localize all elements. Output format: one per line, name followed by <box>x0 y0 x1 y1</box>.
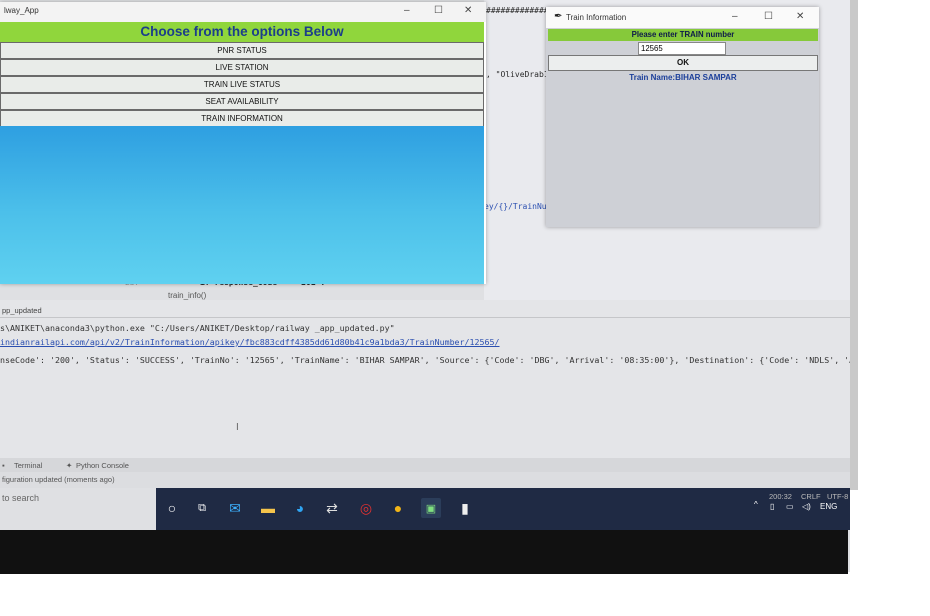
terminal-icon: ▪ <box>2 461 5 470</box>
live-station-button[interactable]: LIVE STATION <box>0 59 484 76</box>
task-view-icon[interactable]: ⧉ <box>192 498 212 518</box>
app-title: lway_App <box>4 6 39 15</box>
taskbar-search[interactable]: to search <box>0 488 156 530</box>
train-live-status-button[interactable]: TRAIN LIVE STATUS <box>0 76 484 93</box>
ok-button[interactable]: OK <box>548 55 818 71</box>
feather-icon: ✒ <box>554 11 563 22</box>
battery-icon[interactable]: ▭ <box>786 502 794 511</box>
close-icon[interactable]: ✕ <box>464 5 472 16</box>
maximize-icon[interactable]: ☐ <box>434 5 443 16</box>
search-placeholder: to search <box>2 493 40 503</box>
opera-icon[interactable]: ◎ <box>356 498 376 518</box>
pnr-status-button[interactable]: PNR STATUS <box>0 42 484 59</box>
code-line: train_info() <box>168 291 207 300</box>
pycharm-icon[interactable]: ▣ <box>421 498 441 518</box>
dialog-titlebar: ✒ Train Information – ☐ ✕ <box>546 7 819 28</box>
railway-app-window: lway_App – ☐ ✕ Choose from the options B… <box>0 2 486 284</box>
dialog-title: Train Information <box>566 13 627 22</box>
status-message: figuration updated (moments ago) <box>2 475 115 484</box>
windows-taskbar: to search ○ ⧉ ✉ ▬ ◕ ⇄ ◎ ● ▣ ▮ ^ ▯ ▭ ◁) E… <box>0 488 850 530</box>
code-line: ey/{}/TrainNu <box>484 202 547 211</box>
console-line: nseCode': '200', 'Status': 'SUCCESS', 'T… <box>0 355 850 365</box>
cursor-position: 200:32 <box>769 492 792 501</box>
volume-icon[interactable]: ◁) <box>802 502 811 511</box>
cortana-icon[interactable]: ○ <box>162 498 182 518</box>
run-tab[interactable]: pp_updated <box>2 306 42 315</box>
mail-icon[interactable]: ✉ <box>225 498 245 518</box>
monitor-screen: ################ , "OliveDrab1" ey/{}/Tr… <box>0 0 850 572</box>
seat-availability-button[interactable]: SEAT AVAILABILITY <box>0 93 484 110</box>
minimize-icon[interactable]: – <box>732 11 738 22</box>
file-explorer-icon[interactable]: ▬ <box>258 498 278 518</box>
app-background <box>0 126 484 284</box>
notepad-icon[interactable]: ▮ <box>455 498 475 518</box>
monitor-bezel <box>850 0 858 490</box>
train-information-dialog: ✒ Train Information – ☐ ✕ Please enter T… <box>546 7 819 227</box>
train-number-prompt: Please enter TRAIN number <box>548 29 818 41</box>
console-link[interactable]: indianrailapi.com/api/v2/TrainInformatio… <box>0 337 500 347</box>
line-ending: CRLF <box>801 492 821 501</box>
app-titlebar: lway_App – ☐ ✕ <box>0 2 486 22</box>
tool-tabs: ▪ Terminal ✦ Python Console <box>0 458 850 472</box>
text-cursor-icon: I <box>236 422 239 433</box>
minimize-icon[interactable]: – <box>404 5 410 16</box>
code-line: , "OliveDrab1" <box>486 70 554 79</box>
edge-icon[interactable]: ◕ <box>290 498 310 518</box>
sync-icon[interactable]: ⇄ <box>322 498 342 518</box>
console-line: s\ANIKET\anaconda3\python.exe "C:/Users/… <box>0 323 395 333</box>
tab-python-console[interactable]: Python Console <box>76 461 129 470</box>
chrome-icon[interactable]: ● <box>388 498 408 518</box>
language-indicator[interactable]: ENG <box>820 502 837 511</box>
options-header: Choose from the options Below <box>0 22 484 42</box>
maximize-icon[interactable]: ☐ <box>764 11 773 22</box>
tab-terminal[interactable]: Terminal <box>14 461 42 470</box>
encoding: UTF-8 <box>827 492 849 501</box>
status-bar: figuration updated (moments ago) <box>0 472 850 488</box>
train-number-input[interactable] <box>638 42 726 55</box>
run-console: pp_updated s\ANIKET\anaconda3\python.exe… <box>0 300 850 458</box>
monitor-bezel-bottom <box>0 530 848 574</box>
train-information-button[interactable]: TRAIN INFORMATION <box>0 110 484 127</box>
python-console-icon: ✦ <box>66 461 73 470</box>
train-name-result: Train Name:BIHAR SAMPAR <box>629 73 737 82</box>
network-icon[interactable]: ▯ <box>770 502 774 511</box>
close-icon[interactable]: ✕ <box>796 11 804 22</box>
chevron-up-icon[interactable]: ^ <box>754 500 758 509</box>
